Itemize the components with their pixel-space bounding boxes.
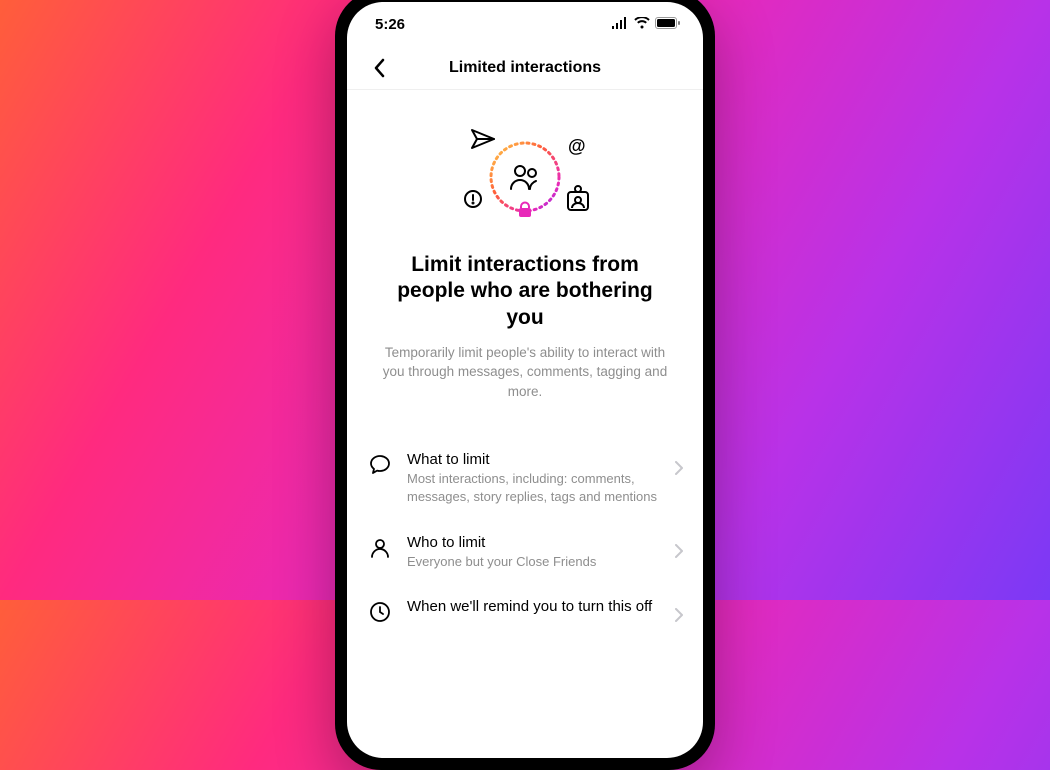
option-who-to-limit[interactable]: Who to limit Everyone but your Close Fri… xyxy=(367,520,683,585)
wifi-icon xyxy=(634,16,650,33)
nav-title: Limited interactions xyxy=(347,59,703,77)
chevron-right-icon xyxy=(675,598,683,627)
person-icon xyxy=(367,534,393,560)
status-bar: 5:26 xyxy=(347,2,703,46)
option-title: When we'll remind you to turn this off xyxy=(407,598,661,615)
option-desc: Everyone but your Close Friends xyxy=(407,553,661,571)
signal-icon xyxy=(611,16,629,33)
battery-icon xyxy=(655,16,681,33)
clock-icon xyxy=(367,598,393,624)
hero-subtitle: Temporarily limit people's ability to in… xyxy=(367,343,683,402)
chevron-right-icon xyxy=(675,451,683,480)
back-button[interactable] xyxy=(363,52,395,84)
svg-text:@: @ xyxy=(568,136,586,156)
hero-title: Limit interactions from people who are b… xyxy=(367,252,683,331)
option-title: Who to limit xyxy=(407,534,661,551)
nav-bar: Limited interactions xyxy=(347,46,703,90)
status-indicators xyxy=(611,16,681,33)
option-title: What to limit xyxy=(407,451,661,468)
chat-bubble-icon xyxy=(367,451,393,477)
chevron-right-icon xyxy=(675,534,683,563)
option-what-to-limit[interactable]: What to limit Most interactions, includi… xyxy=(367,437,683,519)
chevron-left-icon xyxy=(373,58,385,78)
phone-screen: 5:26 Limited interactions xyxy=(347,2,703,758)
option-reminder[interactable]: When we'll remind you to turn this off xyxy=(367,584,683,641)
phone-frame: 5:26 Limited interactions xyxy=(335,0,715,770)
status-time: 5:26 xyxy=(375,16,405,33)
hero-illustration: @ xyxy=(367,122,683,232)
option-desc: Most interactions, including: comments, … xyxy=(407,470,661,505)
content: @ Limit i xyxy=(347,90,703,641)
